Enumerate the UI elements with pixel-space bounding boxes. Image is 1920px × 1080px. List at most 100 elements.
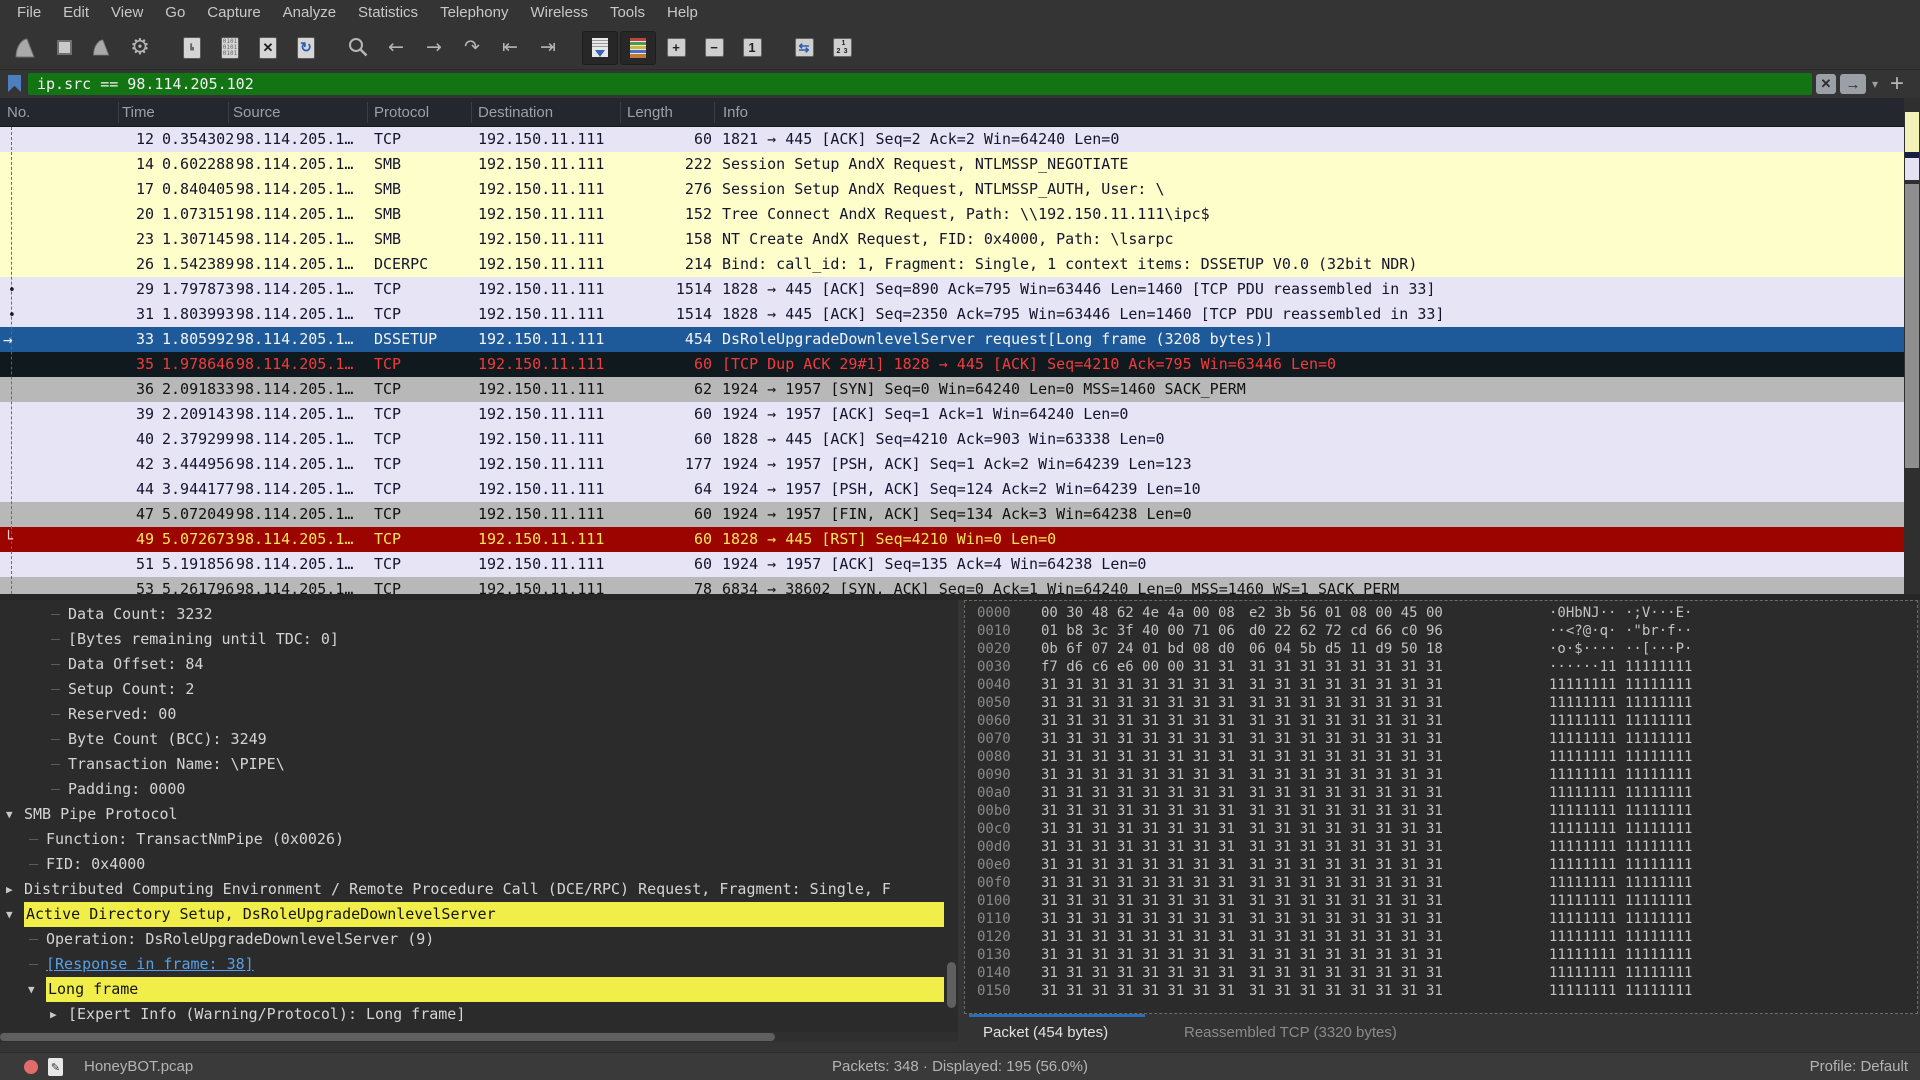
go-to-packet-icon[interactable]: ↷ bbox=[454, 31, 490, 65]
hex-row[interactable]: 009031 31 31 31 31 31 31 3131 31 31 31 3… bbox=[965, 766, 1917, 784]
go-forward-icon[interactable]: → bbox=[416, 31, 452, 65]
detail-line[interactable]: Reserved: 00 bbox=[0, 702, 958, 727]
menu-statistics[interactable]: Statistics bbox=[347, 0, 429, 26]
menu-analyze[interactable]: Analyze bbox=[272, 0, 347, 26]
detail-line[interactable]: Byte Count (BCC): 3249 bbox=[0, 727, 958, 752]
packet-row[interactable]: 140.60228898.114.205.1…SMB192.150.11.111… bbox=[0, 152, 1904, 177]
filter-add-icon[interactable]: + bbox=[1890, 70, 1904, 98]
menu-go[interactable]: Go bbox=[154, 0, 196, 26]
packet-row[interactable]: 120.35430298.114.205.1…TCP192.150.11.111… bbox=[0, 127, 1904, 152]
hex-row[interactable]: 014031 31 31 31 31 31 31 3131 31 31 31 3… bbox=[965, 964, 1917, 982]
chevron-right-icon[interactable]: ▶ bbox=[6, 877, 24, 902]
detail-line[interactable]: Operation: DsRoleUpgradeDownlevelServer … bbox=[0, 927, 958, 952]
column-separator[interactable] bbox=[714, 102, 715, 123]
column-header-info[interactable]: Info bbox=[723, 98, 748, 127]
packet-row[interactable]: 331.80599298.114.205.1…DSSETUP192.150.11… bbox=[0, 327, 1904, 352]
packet-row[interactable]: 362.09183398.114.205.1…TCP192.150.11.111… bbox=[0, 377, 1904, 402]
detail-line[interactable]: [Response in frame: 38] bbox=[0, 952, 958, 977]
detail-hscroll-handle[interactable] bbox=[0, 1033, 775, 1041]
column-header-length[interactable]: Length bbox=[627, 98, 673, 127]
column-separator[interactable] bbox=[367, 102, 368, 123]
packet-row[interactable]: 402.37929998.114.205.1…TCP192.150.11.111… bbox=[0, 427, 1904, 452]
detail-line[interactable]: ▼Long frame bbox=[0, 977, 958, 1002]
detail-line[interactable]: Function: TransactNmPipe (0x0026) bbox=[0, 827, 958, 852]
detail-line[interactable]: Data Offset: 84 bbox=[0, 652, 958, 677]
column-separator[interactable] bbox=[118, 102, 119, 123]
chevron-down-icon[interactable]: ▼ bbox=[6, 902, 24, 927]
detail-line[interactable]: Transaction Name: \PIPE\ bbox=[0, 752, 958, 777]
hex-row[interactable]: 008031 31 31 31 31 31 31 3131 31 31 31 3… bbox=[965, 748, 1917, 766]
hex-row[interactable]: 00e031 31 31 31 31 31 31 3131 31 31 31 3… bbox=[965, 856, 1917, 874]
packet-row[interactable]: 311.80399398.114.205.1…TCP192.150.11.111… bbox=[0, 302, 1904, 327]
chevron-right-icon[interactable]: ▶ bbox=[50, 1002, 68, 1027]
packet-row[interactable]: 351.97864698.114.205.1…TCP192.150.11.111… bbox=[0, 352, 1904, 377]
go-back-icon[interactable]: ← bbox=[378, 31, 414, 65]
column-header-protocol[interactable]: Protocol bbox=[374, 98, 429, 127]
filter-apply-icon[interactable]: → bbox=[1840, 74, 1866, 94]
column-header-source[interactable]: Source bbox=[233, 98, 281, 127]
column-header-destination[interactable]: Destination bbox=[478, 98, 553, 127]
tab-reassembled-tcp[interactable]: Reassembled TCP (3320 bytes) bbox=[1184, 1014, 1397, 1052]
detail-vscroll-handle[interactable] bbox=[947, 962, 956, 1008]
menu-edit[interactable]: Edit bbox=[52, 0, 100, 26]
open-file-icon[interactable]: ▙ bbox=[174, 31, 210, 65]
packet-row[interactable]: 201.07315198.114.205.1…SMB192.150.11.111… bbox=[0, 202, 1904, 227]
save-file-icon[interactable]: 010101010101 bbox=[212, 31, 248, 65]
stop-capture-icon[interactable] bbox=[46, 31, 82, 65]
hex-row[interactable]: 013031 31 31 31 31 31 31 3131 31 31 31 3… bbox=[965, 946, 1917, 964]
detail-line[interactable]: FID: 0x4000 bbox=[0, 852, 958, 877]
column-separator[interactable] bbox=[228, 102, 229, 123]
menu-help[interactable]: Help bbox=[656, 0, 709, 26]
zoom-original-icon[interactable]: 1 bbox=[734, 31, 770, 65]
hex-row[interactable]: 00200b 6f 07 24 01 bd 08 d006 04 5b d5 1… bbox=[965, 640, 1917, 658]
column-separator[interactable] bbox=[471, 102, 472, 123]
hex-row[interactable]: 012031 31 31 31 31 31 31 3131 31 31 31 3… bbox=[965, 928, 1917, 946]
packet-list-scrollbar[interactable] bbox=[1904, 98, 1920, 594]
packet-row[interactable]: 231.30714598.114.205.1…SMB192.150.11.111… bbox=[0, 227, 1904, 252]
menu-tools[interactable]: Tools bbox=[599, 0, 656, 26]
auto-scroll-icon[interactable] bbox=[582, 31, 618, 65]
detail-line[interactable]: ▶Distributed Computing Environment / Rem… bbox=[0, 877, 958, 902]
filter-clear-icon[interactable]: ✕ bbox=[1816, 74, 1836, 94]
hex-row[interactable]: 004031 31 31 31 31 31 31 3131 31 31 31 3… bbox=[965, 676, 1917, 694]
packet-row[interactable]: 261.54238998.114.205.1…DCERPC192.150.11.… bbox=[0, 252, 1904, 277]
packet-row[interactable]: 423.44495698.114.205.1…TCP192.150.11.111… bbox=[0, 452, 1904, 477]
layout-icon[interactable]: 123 bbox=[824, 31, 860, 65]
packet-row[interactable]: 392.20914398.114.205.1…TCP192.150.11.111… bbox=[0, 402, 1904, 427]
column-header-no[interactable]: No. bbox=[7, 98, 30, 127]
tab-packet-bytes[interactable]: Packet (454 bytes) bbox=[983, 1014, 1108, 1052]
hex-row[interactable]: 010031 31 31 31 31 31 31 3131 31 31 31 3… bbox=[965, 892, 1917, 910]
hex-row[interactable]: 00a031 31 31 31 31 31 31 3131 31 31 31 3… bbox=[965, 784, 1917, 802]
packet-row[interactable]: 535.26179698.114.205.1…TCP192.150.11.111… bbox=[0, 577, 1904, 594]
chevron-down-icon[interactable]: ▼ bbox=[6, 802, 24, 827]
packet-row[interactable]: 291.79787398.114.205.1…TCP192.150.11.111… bbox=[0, 277, 1904, 302]
packet-row[interactable]: 495.07267398.114.205.1…TCP192.150.11.111… bbox=[0, 527, 1904, 552]
capture-options-icon[interactable]: ⚙ bbox=[122, 31, 158, 65]
menu-file[interactable]: File bbox=[6, 0, 52, 26]
restart-capture-icon[interactable] bbox=[84, 31, 120, 65]
packet-row[interactable]: 443.94417798.114.205.1…TCP192.150.11.111… bbox=[0, 477, 1904, 502]
menu-capture[interactable]: Capture bbox=[196, 0, 271, 26]
detail-line[interactable]: ▼SMB Pipe Protocol bbox=[0, 802, 958, 827]
packet-row[interactable]: 170.84040598.114.205.1…SMB192.150.11.111… bbox=[0, 177, 1904, 202]
hex-row[interactable]: 00d031 31 31 31 31 31 31 3131 31 31 31 3… bbox=[965, 838, 1917, 856]
detail-vscrollbar[interactable] bbox=[946, 600, 957, 1032]
close-file-icon[interactable]: ✕ bbox=[250, 31, 286, 65]
bookmark-icon[interactable] bbox=[8, 75, 21, 92]
reload-file-icon[interactable]: ↻ bbox=[288, 31, 324, 65]
column-header-time[interactable]: Time bbox=[122, 98, 155, 127]
hex-row[interactable]: 0030f7 d6 c6 e6 00 00 31 3131 31 31 31 3… bbox=[965, 658, 1917, 676]
detail-line[interactable]: ▼Active Directory Setup, DsRoleUpgradeDo… bbox=[0, 902, 958, 927]
scrollbar-handle[interactable] bbox=[1905, 184, 1919, 468]
hex-row[interactable]: 00f031 31 31 31 31 31 31 3131 31 31 31 3… bbox=[965, 874, 1917, 892]
first-packet-icon[interactable]: ⇤ bbox=[492, 31, 528, 65]
column-separator[interactable] bbox=[620, 102, 621, 123]
hex-row[interactable]: 00b031 31 31 31 31 31 31 3131 31 31 31 3… bbox=[965, 802, 1917, 820]
response-frame-link[interactable]: [Response in frame: 38] bbox=[46, 952, 254, 977]
colorize-icon[interactable] bbox=[620, 31, 656, 65]
detail-line[interactable]: Data Count: 3232 bbox=[0, 602, 958, 627]
packet-row[interactable]: 475.07204998.114.205.1…TCP192.150.11.111… bbox=[0, 502, 1904, 527]
menu-view[interactable]: View bbox=[100, 0, 154, 26]
hex-row[interactable]: 000000 30 48 62 4e 4a 00 08e2 3b 56 01 0… bbox=[965, 604, 1917, 622]
hex-row[interactable]: 011031 31 31 31 31 31 31 3131 31 31 31 3… bbox=[965, 910, 1917, 928]
